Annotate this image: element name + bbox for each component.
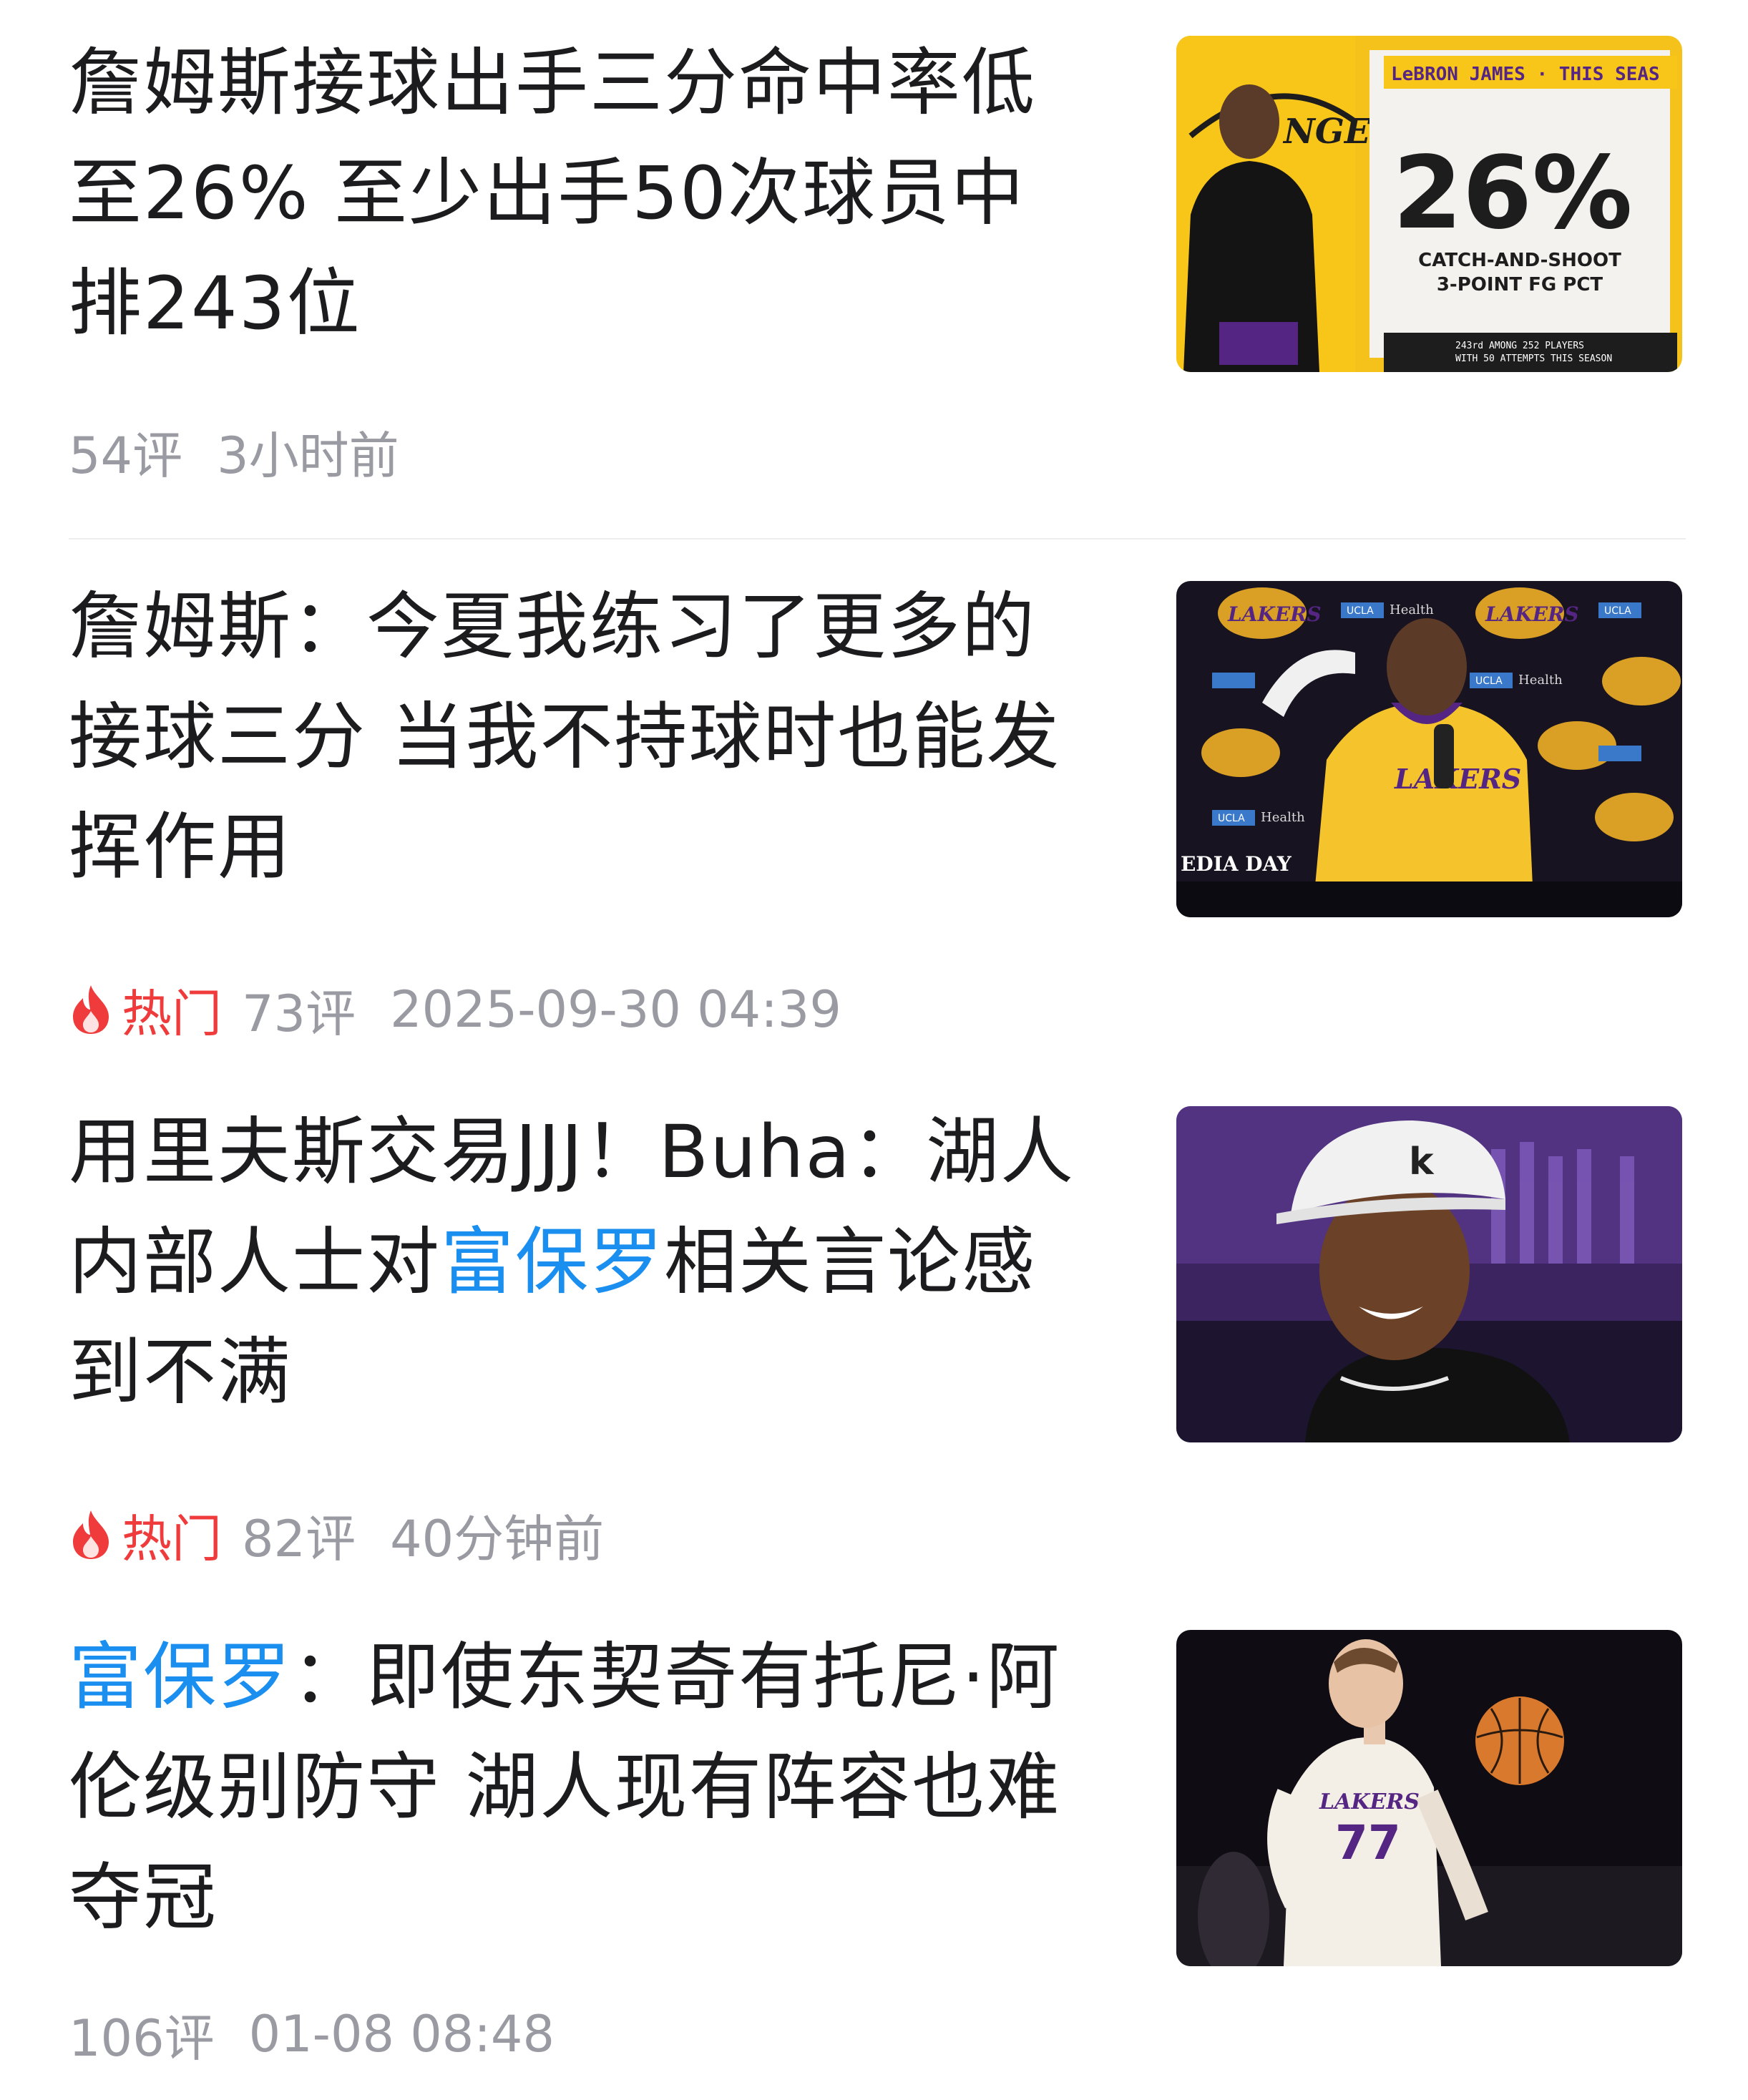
bg-text: NGE: [1282, 112, 1372, 152]
article-title[interactable]: 用里夫斯交易JJJ！Buha：湖人内部人士对富保罗相关言论感到不满: [69, 1098, 1085, 1428]
article-meta: 热门 82评 40分钟前: [69, 1503, 604, 1568]
courtside-portrait-photo-icon: k: [1176, 1106, 1682, 1442]
hot-label: 热门: [122, 1509, 222, 1568]
jersey-text: LAKERS: [1319, 1789, 1420, 1815]
publish-time: 40分钟前: [390, 1509, 605, 1568]
article-meta: 106评 01-08 08:48: [69, 2002, 555, 2068]
logo-text: LAKERS: [1485, 602, 1579, 626]
graphic-caption-2: 3-POINT FG PCT: [1437, 274, 1603, 296]
article-item-4[interactable]: 富保罗：即使东契奇有托尼·阿伦级别防守 湖人现有阵容也难夺冠 LAKERS 77…: [69, 1623, 1686, 2081]
media-day-photo-icon: LAKERS LAKERS UCLA UCLA UCLA UCLA Health…: [1176, 581, 1682, 917]
article-meta: 54评 3小时前: [69, 419, 399, 485]
article-thumbnail[interactable]: LAKERS 77: [1176, 1630, 1682, 1966]
cap-letter: k: [1409, 1141, 1435, 1183]
sponsor-sub-text: Health: [1518, 673, 1563, 688]
jersey-text: LAKERS: [1394, 763, 1521, 795]
article-item-1[interactable]: 詹姆斯接球出手三分命中率低至26% 至少出手50次球员中排243位 NGE Le…: [69, 29, 1686, 487]
article-thumbnail[interactable]: LAKERS LAKERS UCLA UCLA UCLA UCLA Health…: [1176, 581, 1682, 917]
player-dribbling-photo-icon: LAKERS 77: [1176, 1630, 1682, 1966]
lebron-stat-graphic-icon: NGE LeBRON JAMES · THIS SEAS 26% CATCH-A…: [1176, 36, 1682, 372]
comment-count: 106评: [69, 2008, 215, 2068]
hot-label: 热门: [122, 984, 222, 1043]
article-thumbnail[interactable]: NGE LeBRON JAMES · THIS SEAS 26% CATCH-A…: [1176, 36, 1682, 372]
graphic-caption-1: CATCH-AND-SHOOT: [1418, 250, 1621, 271]
article-meta: 热门 73评 2025-09-30 04:39: [69, 977, 841, 1043]
hot-badge: 热门: [69, 1499, 222, 1571]
sponsor-text: UCLA: [1218, 813, 1245, 824]
publish-time: 2025-09-30 04:39: [390, 980, 841, 1039]
article-item-3[interactable]: 用里夫斯交易JJJ！Buha：湖人内部人士对富保罗相关言论感到不满 k 热门 8…: [69, 1098, 1686, 1584]
hot-badge: 热门: [69, 974, 222, 1046]
article-thumbnail[interactable]: k: [1176, 1106, 1682, 1442]
comment-count: 54评: [69, 426, 183, 485]
article-title[interactable]: 詹姆斯接球出手三分命中率低至26% 至少出手50次球员中排243位: [69, 29, 1085, 359]
jersey-number: 77: [1335, 1815, 1401, 1870]
sponsor-text: UCLA: [1604, 605, 1631, 617]
publish-time: 3小时前: [217, 426, 399, 485]
highlight-keyword[interactable]: 富保罗: [69, 1635, 292, 1720]
flame-icon: [73, 1510, 109, 1559]
article-item-2[interactable]: 詹姆斯：今夏我练习了更多的接球三分 当我不持球时也能发挥作用 LAKERS LA…: [69, 572, 1686, 1059]
sponsor-sub-text: Health: [1261, 810, 1305, 825]
sponsor-text: UCLA: [1475, 675, 1503, 687]
graphic-header: LeBRON JAMES · THIS SEAS: [1391, 64, 1660, 85]
article-title[interactable]: 詹姆斯：今夏我练习了更多的接球三分 当我不持球时也能发挥作用: [69, 572, 1085, 903]
graphic-stat: 26%: [1392, 135, 1632, 252]
highlight-keyword[interactable]: 富保罗: [441, 1220, 664, 1305]
graphic-footnote-1: 243rd AMONG 252 PLAYERS: [1455, 341, 1584, 351]
publish-time: 01-08 08:48: [248, 2005, 555, 2064]
sponsor-sub-text: Health: [1390, 602, 1434, 617]
comment-count: 73评: [242, 984, 356, 1043]
graphic-footnote-2: WITH 50 ATTEMPTS THIS SEASON: [1455, 353, 1612, 364]
divider: [69, 538, 1686, 539]
sponsor-text: UCLA: [1347, 605, 1374, 617]
flame-icon: [73, 985, 109, 1034]
logo-text: LAKERS: [1227, 602, 1322, 626]
article-title[interactable]: 富保罗：即使东契奇有托尼·阿伦级别防守 湖人现有阵容也难夺冠: [69, 1623, 1085, 1953]
comment-count: 82评: [242, 1509, 356, 1568]
media-day-text: EDIA DAY: [1181, 852, 1292, 876]
